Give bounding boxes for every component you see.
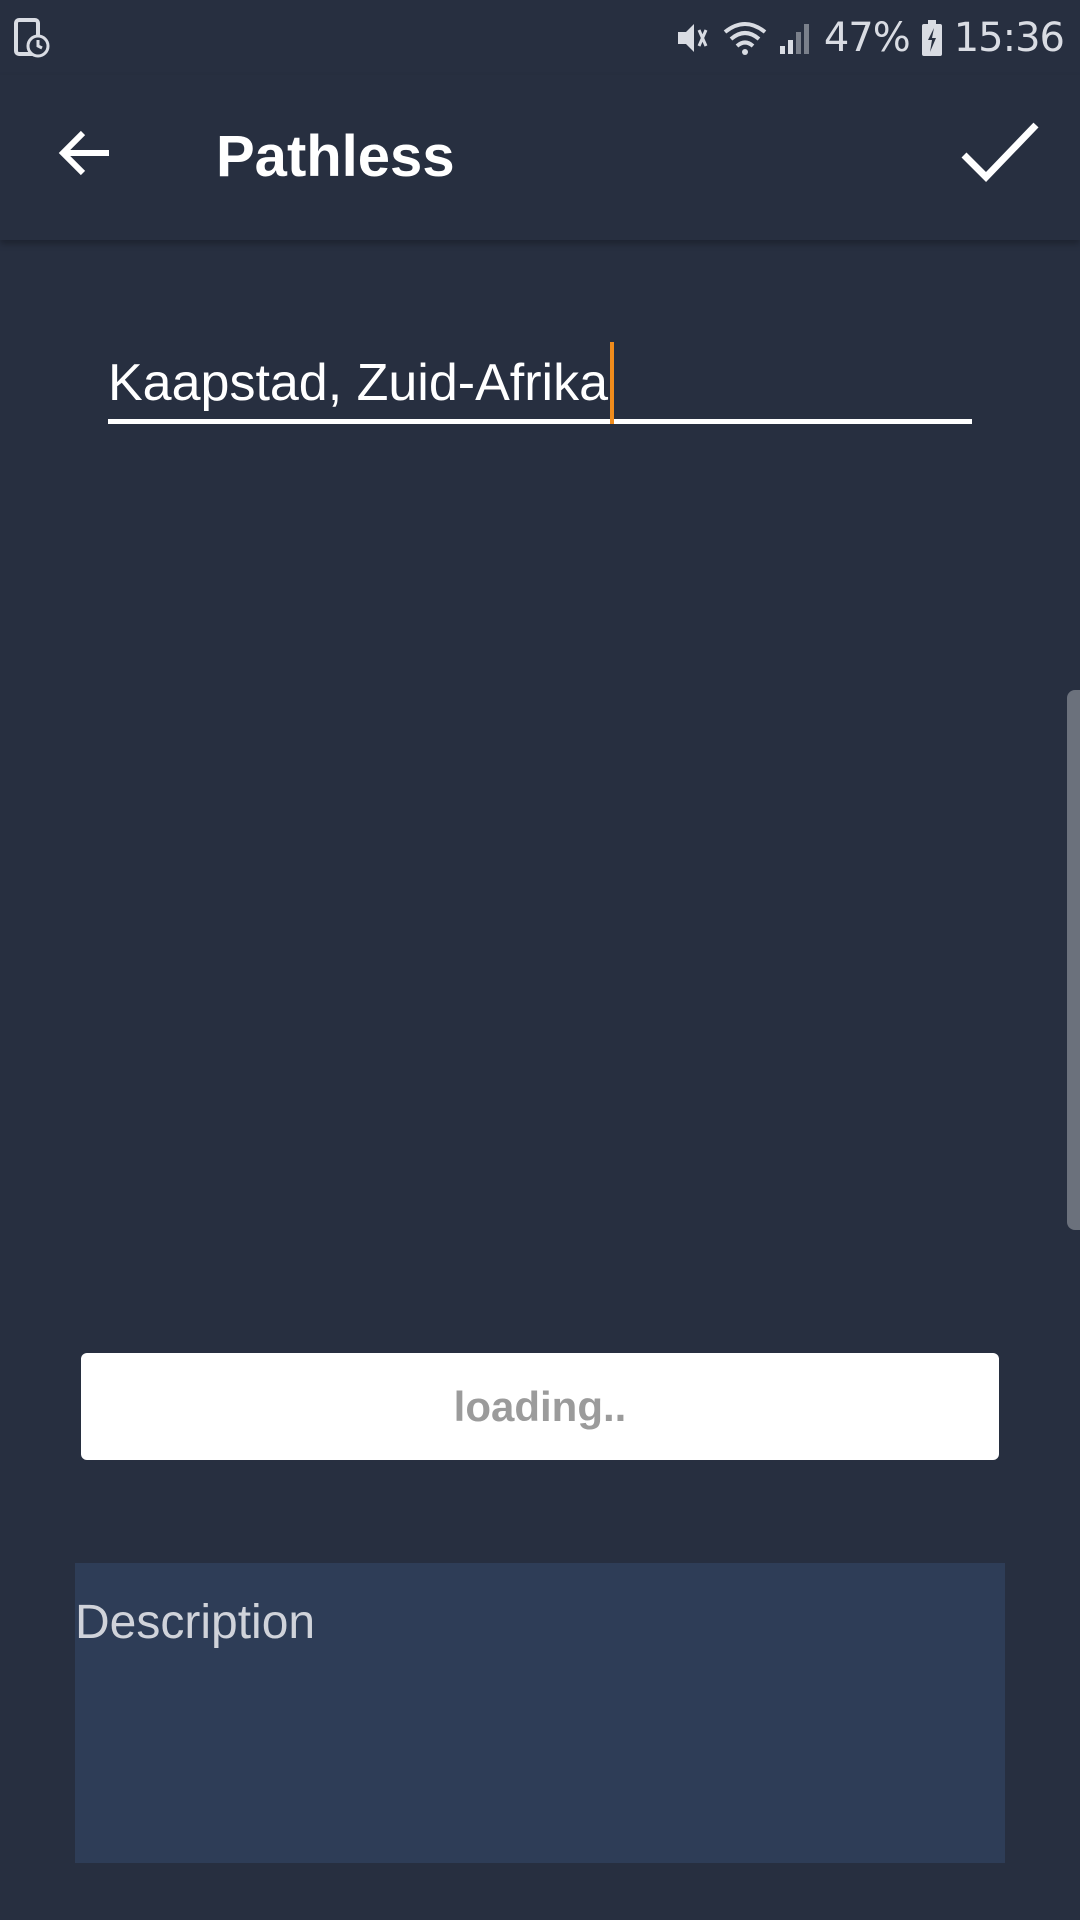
battery-charging-icon (920, 18, 944, 58)
location-input[interactable]: Kaapstad, Zuid-Afrika (108, 320, 972, 424)
app-bar: Pathless (0, 75, 1080, 240)
screen: 47% 15:36 Pathless Kaapstad, Zuid-Afrika… (0, 0, 1080, 1920)
wifi-icon (722, 18, 768, 58)
scrollbar[interactable] (1067, 690, 1080, 1230)
vibrate-mute-icon (672, 18, 712, 58)
description-placeholder: Description (75, 1596, 316, 1649)
signal-icon (778, 18, 814, 58)
clock: 15:36 (953, 14, 1065, 61)
confirm-button[interactable] (950, 105, 1050, 205)
status-bar: 47% 15:36 (0, 0, 1080, 75)
loading-button[interactable]: loading.. (81, 1353, 999, 1460)
battery-percent: 47% (823, 14, 911, 61)
location-value: Kaapstad, Zuid-Afrika (108, 354, 609, 412)
screen-timer-icon (14, 18, 50, 58)
back-button[interactable] (40, 110, 130, 200)
status-icons: 47% 15:36 (672, 0, 1065, 75)
page-title: Pathless (216, 124, 455, 189)
text-cursor (610, 342, 615, 424)
location-input-text[interactable]: Kaapstad, Zuid-Afrika (108, 342, 615, 424)
description-field[interactable]: Description (75, 1563, 1005, 1863)
arrow-left-icon (57, 128, 113, 183)
checkmark-icon (960, 121, 1040, 190)
